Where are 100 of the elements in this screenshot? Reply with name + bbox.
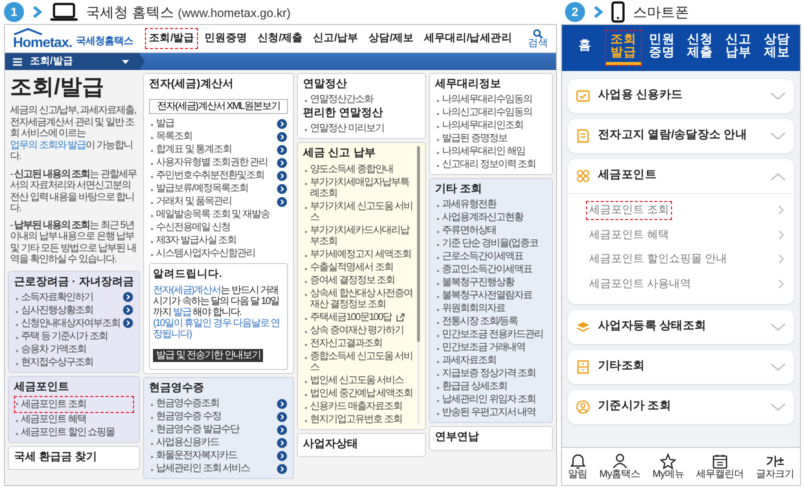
menu-link[interactable]: 세금포인트 할인 쇼핑몰 (14, 426, 134, 440)
menu-link[interactable]: 과세유형전환 (435, 198, 547, 212)
menu-link[interactable]: 수신전용메일 신청 (149, 221, 288, 234)
menu-link[interactable]: 부가세예정고지 세액조회 (303, 248, 416, 261)
menu-link[interactable]: 나의세무대리인조회 (435, 119, 547, 132)
service-link[interactable]: 업무의 조회와 발급 (10, 140, 86, 151)
menu-link[interactable]: 사업용계좌신고현황 (435, 211, 547, 224)
menu-link[interactable]: 주택 등 기준시가 조회 (14, 330, 134, 343)
guide-button[interactable]: 발급 및 전송기한 안내보기 (153, 348, 264, 362)
menu-link[interactable]: 반송된 우편고지서 내역 (435, 406, 547, 420)
bottom-nav-item[interactable]: 알림 (568, 451, 588, 482)
menu-link[interactable]: 나의세무대리수임동의 (435, 93, 547, 106)
menu-link[interactable]: 사용자유형별 조회권한 관리 (149, 156, 288, 170)
menu-link[interactable]: 거래처 및 품목관리 (149, 195, 288, 208)
submenu-link[interactable]: 세금포인트 조회 (586, 201, 672, 220)
menu-link[interactable]: 납세관리인 조회 서비스 (149, 462, 288, 476)
nav-tab[interactable]: 신고 납부 (720, 30, 757, 66)
menu-link[interactable]: 제3자 발급사실 조회 (149, 234, 288, 248)
menu-link[interactable]: 기준 단순 경비율(업종코 (435, 237, 547, 250)
menu-link[interactable]: 현금영수증조회 (149, 397, 288, 410)
menu-link[interactable]: 소득자료확인하기 (14, 290, 134, 304)
menu-link[interactable]: 발급 (149, 117, 288, 130)
view-button[interactable]: 전자(세금)계산서 XML원본보기 (149, 99, 288, 114)
nav-menu-item[interactable]: 조회/발급 (145, 28, 198, 50)
menu-link[interactable]: 부가가치세 신고도움 서비스 (303, 200, 416, 224)
menu-link[interactable]: 상속세 합산대상 사전증여재산 결정정보 조회 (303, 286, 416, 311)
nav-tab[interactable]: 신청 제출 (682, 30, 718, 66)
menu-link[interactable]: 연말정산 미리보기 (303, 122, 420, 136)
menu-link[interactable]: 신용카드 매출자료조회 (303, 400, 416, 413)
menu-link[interactable]: 근로소득간이세액표 (435, 250, 547, 264)
accordion-header[interactable]: 사업용 신용카드 (568, 79, 794, 113)
menu-link[interactable]: 법인세 신고도움 서비스 (303, 374, 416, 387)
menu-link[interactable]: 발급된 증명정보 (435, 132, 547, 146)
nav-menu-item[interactable]: 세무대리/납세관리 (420, 28, 516, 50)
menu-link[interactable]: 상속 증여재산 평가하기 (303, 324, 416, 337)
menu-link[interactable]: 지급보증 정상가격 조회 (435, 367, 547, 380)
menu-link[interactable]: 전자신고결과조회 (303, 336, 416, 350)
menu-link[interactable]: 종합소득세 신고도움 서비스 (303, 350, 416, 374)
menu-link[interactable]: 현지기업고유번호 조회 (303, 412, 416, 426)
menu-link[interactable]: 발급보류/예정목록조회 (149, 182, 288, 196)
menu-link[interactable]: 세금포인트 혜택 (14, 413, 134, 426)
bottom-nav-item[interactable]: 가± 글자크기 (756, 452, 794, 482)
menu-link[interactable]: 화물운전자복지카드 (149, 449, 288, 462)
accordion-header[interactable]: 기타조회 (568, 350, 794, 384)
menu-link[interactable]: 나의신고대리수임동의 (435, 106, 547, 120)
menu-link[interactable]: 심사진행상황조회 (14, 304, 134, 317)
bottom-nav-item[interactable]: 세무캘린더 (696, 451, 744, 482)
menu-link[interactable]: 과세자료조회 (435, 354, 547, 368)
nav-tab[interactable]: 홈 (567, 36, 604, 60)
submenu-link[interactable]: 세금포인트 할인쇼핑몰 안내 (586, 250, 730, 268)
menu-link[interactable]: 주택세금100문100답 (303, 310, 416, 324)
nav-tab[interactable]: 조회 발급 (605, 30, 642, 66)
accordion-header[interactable]: 세금포인트 (568, 159, 794, 193)
menu-link[interactable]: 불복청구진행상황 (435, 276, 547, 290)
menu-link[interactable]: 법인세 중간예납 세액조회 (303, 386, 416, 400)
menu-link[interactable]: 메일발송목록 조회 및 재발송 (149, 208, 288, 222)
menu-link[interactable]: 세금포인트 조회 (14, 396, 134, 414)
nav-menu-item[interactable]: 신청/제출 (253, 28, 307, 50)
menu-link[interactable]: 환급금 상세조회 (435, 380, 547, 394)
menu-link[interactable]: 승용차 가액조회 (14, 342, 134, 356)
menu-link[interactable]: 사업용신용카드 (149, 436, 288, 450)
nav-menu-item[interactable]: 상담/제보 (364, 28, 418, 50)
menu-link[interactable]: 현금영수증 발급수단 (149, 423, 288, 436)
bottom-nav-item[interactable]: My메뉴 (652, 451, 684, 482)
menu-link[interactable]: 신청안내대상자여부조회 (14, 316, 134, 330)
menu-link[interactable]: 주류면허상태 (435, 224, 547, 238)
menu-link[interactable]: 합계표 및 통계조회 (149, 143, 288, 156)
menu-link[interactable]: 신고대리 정보이력 조회 (435, 158, 547, 172)
menu-link[interactable]: 현지접수상구조회 (14, 356, 134, 369)
menu-link[interactable]: 증여세 결정정보 조회 (303, 274, 416, 287)
nav-tab[interactable]: 상담 제보 (758, 30, 795, 66)
nav-tab[interactable]: 민원 증명 (644, 30, 680, 66)
menu-link[interactable]: 부가가치세매입자납부특례조회 (303, 176, 416, 200)
menu-link[interactable]: 종교인소득간이세액표 (435, 263, 547, 276)
menu-link[interactable]: 양도소득세 종합안내 (303, 162, 416, 176)
menu-link[interactable]: 부가가치세카드사대리납부조회 (303, 224, 416, 248)
submenu-link[interactable]: 세금포인트 혜택 (586, 226, 672, 244)
accordion-header[interactable]: 기준시가 조회 (568, 390, 794, 424)
breadcrumb-dropdown[interactable]: 조회/발급 (5, 53, 145, 70)
menu-link[interactable]: 현금영수증 수정 (149, 410, 288, 424)
scrollbar[interactable] (417, 146, 420, 426)
search-button[interactable]: 검색 (528, 28, 548, 48)
nav-menu-item[interactable]: 민원증명 (200, 28, 252, 50)
accordion-header[interactable]: 사업자등록 상태조회 (568, 310, 794, 344)
menu-link[interactable]: 민간보조금 전용카드관리 (435, 328, 547, 342)
menu-link[interactable]: 주민번호수취분전환및조회 (149, 169, 288, 182)
menu-link[interactable]: 시스템사업자수신함관리 (149, 247, 288, 260)
submenu-link[interactable]: 세금포인트 사용내역 (586, 274, 694, 293)
menu-link[interactable]: 나의세무대리인 해임 (435, 145, 547, 158)
nav-menu-item[interactable]: 신고/납부 (308, 28, 362, 50)
menu-link[interactable]: 수출실적명세서 조회 (303, 260, 416, 274)
menu-link[interactable]: 납세관리인 위임자 조회 (435, 393, 547, 406)
menu-link[interactable]: 연말정산간소화 (303, 93, 420, 106)
menu-link[interactable]: 전통시장 조회/등록 (435, 315, 547, 328)
accordion-header[interactable]: 전자고지 열람/송달장소 안내 (568, 119, 794, 153)
menu-link[interactable]: 불복청구사전열람자료 (435, 289, 547, 302)
bottom-nav-item[interactable]: My홈택스 (599, 451, 640, 482)
menu-link[interactable]: 민간보조금 거래내역 (435, 341, 547, 354)
menu-link[interactable]: 목록조회 (149, 130, 288, 144)
menu-link[interactable]: 위원회회의자료 (435, 302, 547, 316)
